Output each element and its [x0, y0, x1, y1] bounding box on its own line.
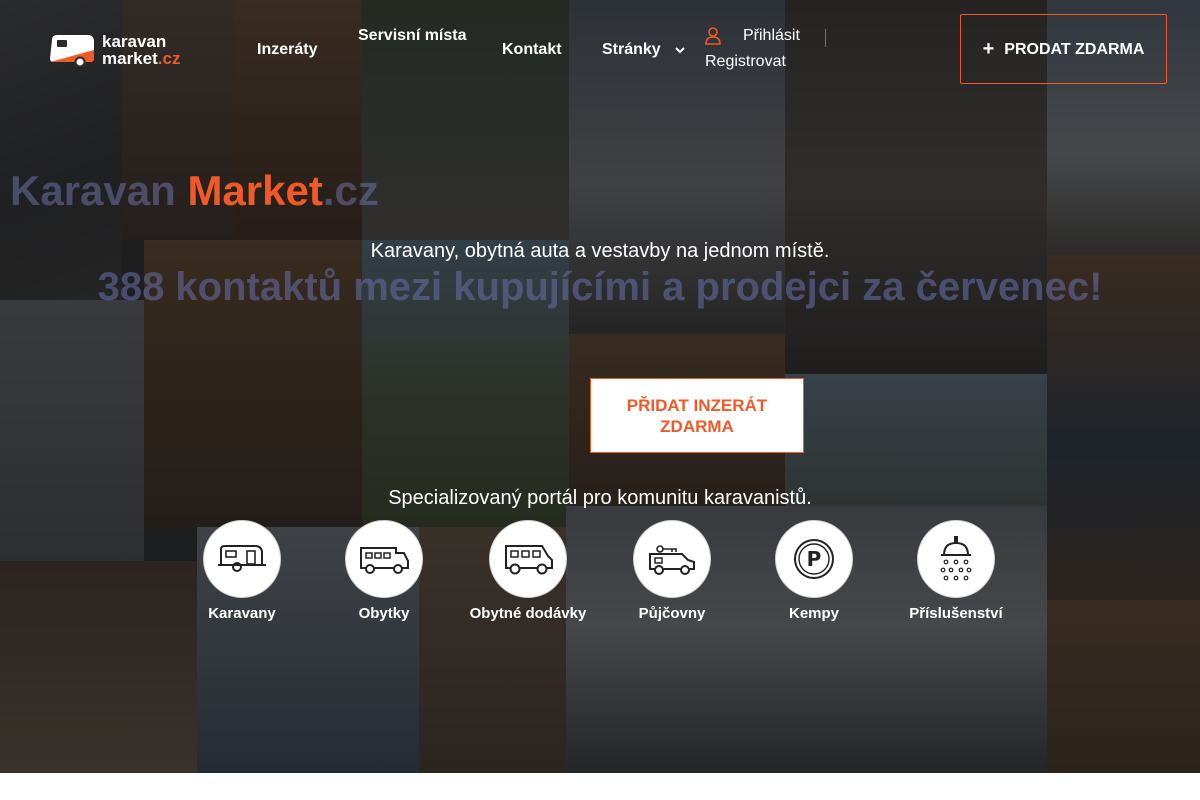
hero-subtitle: Karavany, obytná auta a vestavby na jedn…	[370, 240, 830, 262]
category-obytky[interactable]: Obytky	[314, 520, 454, 623]
caravan-icon	[218, 545, 266, 572]
category-label: Obytné dodávky	[469, 605, 587, 622]
hero-title-part3: .cz	[322, 167, 379, 214]
register-link[interactable]: Registrovat	[705, 53, 786, 70]
category-prislusenstvi[interactable]: Příslušenství	[886, 520, 1026, 623]
category-label: Půjčovny	[638, 605, 706, 622]
hero-headline: 388 kontaktů mezi kupujícími a prodejci …	[97, 265, 1103, 309]
parking-icon: P	[794, 539, 834, 579]
logo-text-accent: .cz	[157, 49, 181, 68]
category-icon-circle	[633, 520, 711, 598]
shower-icon	[940, 536, 972, 581]
category-label: Příslušenství	[909, 605, 1003, 622]
category-icon-circle	[203, 520, 281, 598]
caravan-logo-icon	[48, 32, 96, 68]
category-kempy[interactable]: P Kempy	[744, 520, 884, 623]
category-label: Kempy	[788, 605, 840, 622]
hero-title: Karavan Market.cz	[10, 166, 379, 216]
site-logo[interactable]: karavan market.cz	[48, 32, 180, 68]
motorhome-icon	[360, 547, 409, 574]
chevron-down-icon	[674, 46, 685, 53]
category-icon-circle	[345, 520, 423, 598]
sell-button-label: PRODAT ZDARMA	[1004, 40, 1145, 58]
rental-van-icon	[649, 545, 695, 575]
category-karavany[interactable]: Karavany	[172, 520, 312, 623]
logo-text-main: market	[102, 49, 158, 68]
category-label: Karavany	[208, 605, 276, 622]
category-label: Obytky	[358, 605, 410, 622]
user-icon	[705, 27, 721, 45]
plus-icon: +	[982, 37, 995, 60]
sell-free-button[interactable]: + PRODAT ZDARMA	[960, 14, 1167, 84]
login-link[interactable]: Přihlásit	[743, 23, 800, 49]
category-icon-circle	[489, 520, 567, 598]
add-listing-label: PŘIDAT INZERÁT ZDARMA	[626, 395, 768, 436]
category-pujcovny[interactable]: Půjčovny	[602, 520, 742, 623]
logo-text-line2: market.cz	[102, 50, 180, 67]
nav-stranky-label: Stránky	[602, 41, 661, 58]
nav-servisni-mista[interactable]: Servisní místa	[358, 23, 468, 49]
hero-title-part1: Karavan	[10, 167, 188, 214]
nav-kontakt[interactable]: Kontakt	[502, 37, 562, 63]
nav-inzeraty[interactable]: Inzeráty	[257, 37, 317, 63]
add-listing-button[interactable]: PŘIDAT INZERÁT ZDARMA	[590, 378, 804, 453]
hero-tagline: Specializovaný portál pro komunitu karav…	[388, 487, 812, 509]
category-icon-circle: P	[775, 520, 853, 598]
category-obytne-dodavky[interactable]: Obytné dodávky	[458, 520, 598, 623]
category-icon-circle	[917, 520, 995, 598]
svg-text:P: P	[807, 547, 822, 571]
auth-links: Přihlásit Registrovat	[705, 23, 845, 75]
hero-section: karavan market.cz Inzeráty Servisní míst…	[0, 0, 1200, 773]
auth-divider	[825, 29, 826, 47]
nav-stranky-dropdown[interactable]: Stránky	[602, 37, 685, 63]
logo-text-line1: karavan	[102, 32, 167, 51]
camper-van-icon	[505, 545, 553, 575]
hero-title-part2: Market	[187, 167, 323, 214]
